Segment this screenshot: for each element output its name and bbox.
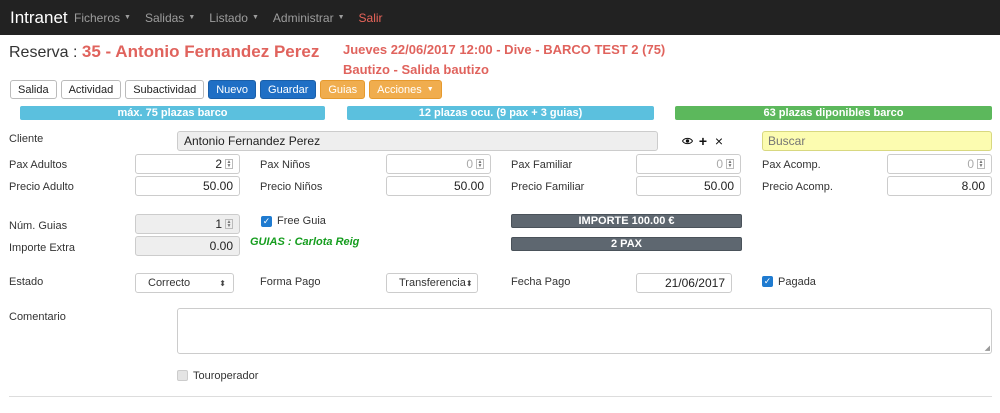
caret-down-icon: ▼	[188, 14, 196, 21]
free-guia-checkbox[interactable]: ✓	[261, 216, 272, 227]
event-line-1: Jueves 22/06/2017 12:00 - Dive - BARCO T…	[343, 42, 666, 57]
fecha-pago-label: Fecha Pago	[511, 276, 571, 288]
nuevo-button[interactable]: Nuevo	[208, 80, 257, 99]
nav-listado-label: Listado	[209, 10, 248, 25]
guardar-button[interactable]: Guardar	[260, 80, 317, 99]
sort-arrows-icon: ⬍	[219, 278, 226, 288]
num-guias-stepper[interactable]: 1 ▲ ▼	[135, 214, 240, 234]
importe-total-badge: IMPORTE 100.00 €	[511, 214, 742, 228]
caret-down-icon: ▼	[337, 14, 345, 21]
toolbar: Salida Actividad Subactividad Nuevo Guar…	[10, 80, 442, 99]
salida-button[interactable]: Salida	[10, 80, 57, 99]
caret-down-icon: ▼	[426, 86, 434, 93]
num-guias-value: 1	[215, 217, 222, 231]
estado-label: Estado	[9, 276, 44, 288]
importe-extra-field[interactable]: 0.00	[135, 236, 240, 256]
nav-listado[interactable]: Listado ▼	[209, 11, 259, 25]
free-guia-label: Free Guia	[277, 215, 326, 227]
pax-acomp-stepper[interactable]: 0 ▲ ▼	[887, 154, 992, 174]
spinner-icon[interactable]: ▲ ▼	[225, 219, 233, 229]
touroperador-checkbox[interactable]	[177, 370, 188, 381]
reserva-label: Reserva :	[9, 44, 78, 61]
pax-familiar-value: 0	[716, 157, 723, 171]
plus-icon[interactable]: +	[695, 131, 711, 151]
pax-acomp-value: 0	[967, 157, 974, 171]
nav-salidas-label: Salidas	[144, 10, 185, 25]
acciones-label: Acciones	[377, 83, 422, 96]
pax-familiar-stepper[interactable]: 0 ▲ ▼	[636, 154, 741, 174]
guias-assigned-text: GUIAS : Carlota Reig	[250, 236, 360, 248]
pax-acomp-label: Pax Acomp.	[762, 159, 821, 171]
available-plazas-bar: 63 plazas diponibles barco	[675, 106, 992, 120]
precio-ninos-field[interactable]: 50.00	[386, 176, 491, 196]
pax-ninos-value: 0	[466, 157, 473, 171]
pagada-checkbox[interactable]: ✓	[762, 276, 773, 287]
precio-acomp-label: Precio Acomp.	[762, 181, 833, 193]
nav-ficheros-label: Ficheros	[74, 10, 121, 25]
pax-adultos-value: 2	[215, 157, 222, 171]
nav-ficheros[interactable]: Ficheros ▼	[74, 11, 131, 25]
brand-logo[interactable]: Intranet	[0, 8, 74, 28]
page-title: Reserva : 35 - Antonio Fernandez Perez	[9, 42, 319, 62]
precio-adulto-label: Precio Adulto	[9, 181, 74, 193]
precio-ninos-label: Precio Niños	[260, 181, 323, 193]
cliente-field[interactable]: Antonio Fernandez Perez	[177, 131, 658, 151]
estado-select[interactable]: Correcto ⬍	[135, 273, 234, 293]
spinner-icon[interactable]: ▲ ▼	[977, 159, 985, 169]
pax-ninos-label: Pax Niños	[260, 159, 311, 171]
spinner-icon[interactable]: ▲ ▼	[225, 159, 233, 169]
spinner-icon[interactable]: ▲ ▼	[476, 159, 484, 169]
nav-salidas[interactable]: Salidas ▼	[145, 11, 195, 25]
caret-down-icon: ▼	[251, 14, 259, 21]
subactividad-button[interactable]: Subactividad	[125, 80, 205, 99]
sort-arrows-icon: ⬍	[465, 278, 473, 288]
precio-familiar-field[interactable]: 50.00	[636, 176, 741, 196]
eye-icon[interactable]	[679, 131, 695, 151]
nav-salir[interactable]: Salir	[359, 11, 383, 25]
precio-acomp-field[interactable]: 8.00	[887, 176, 992, 196]
touroperador-label: Touroperador	[193, 370, 259, 382]
top-navbar: Intranet Ficheros ▼ Salidas ▼ Listado ▼ Adm…	[0, 0, 1000, 35]
caret-down-icon: ▼	[124, 14, 131, 21]
nav-administrar-label: Administrar	[272, 10, 334, 25]
close-icon[interactable]: ×	[711, 131, 727, 151]
forma-pago-label: Forma Pago	[260, 276, 321, 288]
actividad-button[interactable]: Actividad	[60, 80, 122, 99]
pax-familiar-label: Pax Familiar	[511, 159, 573, 171]
pax-adultos-label: Pax Adultos	[9, 159, 68, 171]
divider	[9, 396, 992, 397]
importe-extra-label: Importe Extra	[9, 242, 76, 254]
event-line-2: Bautizo - Salida bautizo	[343, 62, 489, 77]
pax-total-badge: 2 PAX	[511, 237, 742, 251]
spinner-icon[interactable]: ▲ ▼	[726, 159, 734, 169]
cliente-label: Cliente	[9, 133, 44, 145]
acciones-dropdown[interactable]: Acciones ▼	[369, 80, 442, 99]
reserva-name: 35 - Antonio Fernandez Perez	[81, 42, 320, 61]
pax-ninos-stepper[interactable]: 0 ▲ ▼	[386, 154, 491, 174]
max-plazas-bar: máx. 75 plazas barco	[20, 106, 325, 120]
occupied-plazas-bar: 12 plazas ocu. (9 pax + 3 guias)	[347, 106, 654, 120]
precio-familiar-label: Precio Familiar	[511, 181, 585, 193]
comentario-textarea[interactable]: ◢	[177, 308, 992, 354]
pagada-label: Pagada	[778, 276, 816, 288]
comentario-label: Comentario	[9, 311, 66, 323]
resize-grip-icon[interactable]: ◢	[985, 344, 990, 352]
nav-administrar[interactable]: Administrar ▼	[273, 11, 345, 25]
forma-pago-select[interactable]: Transferencia ⬍	[386, 273, 478, 293]
pax-adultos-stepper[interactable]: 2 ▲ ▼	[135, 154, 240, 174]
num-guias-label: Núm. Guias	[9, 220, 68, 232]
search-input[interactable]	[762, 131, 992, 151]
guias-button[interactable]: Guias	[320, 80, 366, 99]
precio-adulto-field[interactable]: 50.00	[135, 176, 240, 196]
fecha-pago-field[interactable]: 21/06/2017	[636, 273, 732, 293]
forma-pago-value: Transferencia	[399, 277, 466, 289]
estado-value: Correcto	[148, 277, 191, 289]
